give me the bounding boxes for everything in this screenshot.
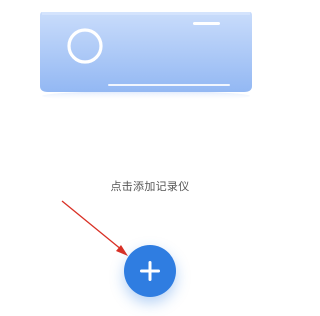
recorder-device-icon — [40, 12, 252, 101]
add-recorder-screen: 点击添加记录仪 — [0, 0, 300, 316]
add-recorder-button[interactable] — [124, 245, 176, 297]
plus-icon — [140, 261, 160, 281]
add-recorder-prompt: 点击添加记录仪 — [110, 180, 190, 193]
